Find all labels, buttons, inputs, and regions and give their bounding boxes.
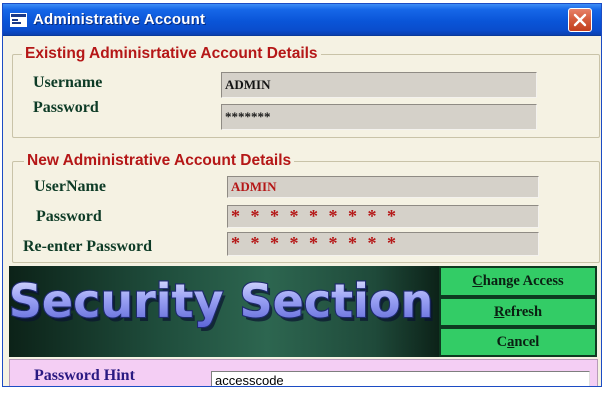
close-button[interactable]	[568, 8, 592, 32]
new-password-field[interactable]: * * * * * * * * *	[227, 205, 539, 228]
refresh-button[interactable]: Refresh	[439, 297, 597, 327]
app-window-icon	[10, 13, 27, 27]
security-section-banner: Security Section Security Section	[8, 266, 439, 357]
existing-username-label: Username	[33, 74, 103, 91]
password-hint-label: Password Hint	[34, 367, 135, 384]
banner-text: Security Section	[9, 274, 433, 328]
password-hint-input[interactable]	[211, 371, 590, 386]
existing-username-field[interactable]: ADMIN	[221, 72, 537, 98]
change-access-label: Change Access	[472, 273, 564, 289]
security-banner-art: Security Section Security Section	[8, 273, 437, 332]
window-title: Administrative Account	[33, 11, 206, 28]
cancel-label: Cancel	[496, 334, 540, 350]
existing-account-title: Existing Adminisrtative Account Details	[22, 45, 321, 63]
reenter-password-label: Re-enter Password	[23, 238, 153, 255]
refresh-label: Refresh	[493, 304, 543, 320]
new-username-label: UserName	[34, 178, 106, 195]
title-bar[interactable]: Administrative Account	[3, 4, 601, 36]
administrative-account-dialog: Administrative Account Existing Adminisr…	[2, 3, 602, 387]
reenter-password-field[interactable]: * * * * * * * * *	[227, 232, 539, 256]
new-password-label: Password	[36, 208, 102, 225]
new-username-field[interactable]: ADMIN	[227, 176, 539, 198]
existing-password-label: Password	[33, 99, 99, 116]
new-account-title: New Administrative Account Details	[24, 152, 295, 170]
change-access-button[interactable]: Change Access	[439, 266, 597, 297]
existing-password-field[interactable]: *******	[221, 104, 537, 130]
close-x-icon	[573, 13, 587, 27]
cancel-button[interactable]: Cancel	[439, 327, 597, 357]
